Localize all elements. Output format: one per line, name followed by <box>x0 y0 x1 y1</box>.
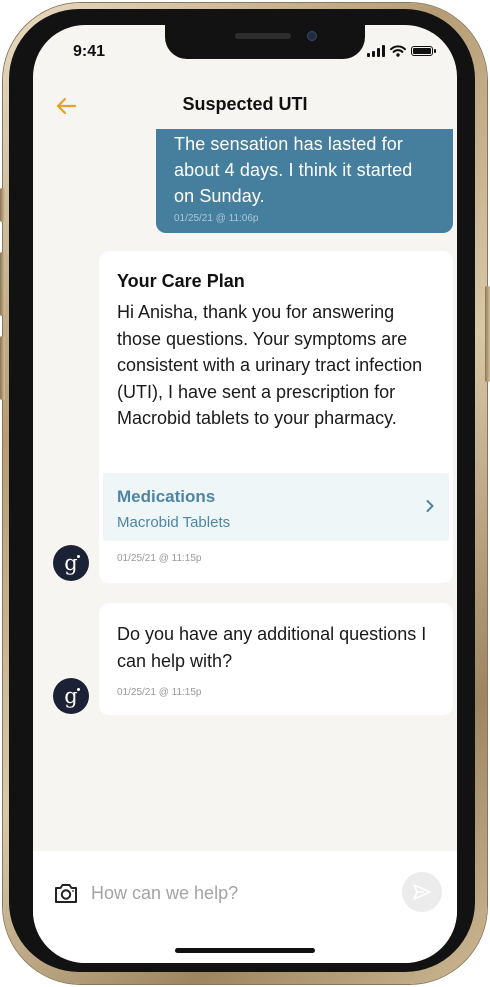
medications-label: Medications <box>117 487 216 506</box>
care-plan-title: Your Care Plan <box>117 271 245 291</box>
nav-bar: Suspected UTI <box>33 83 457 129</box>
status-time: 9:41 <box>73 43 106 60</box>
user-message-timestamp: 01/25/21 @ 11:06p <box>174 213 259 224</box>
wifi-icon <box>390 45 406 57</box>
care-plan-card: Your Care Plan Hi Anisha, thank you for … <box>99 251 453 583</box>
followup-message-card: Do you have any additional questions I c… <box>99 603 453 715</box>
send-icon <box>413 884 431 900</box>
user-message-text: The sensation has lasted for about 4 day… <box>174 134 413 206</box>
avatar-letter: g <box>64 550 78 575</box>
notch <box>165 25 365 59</box>
battery-icon <box>411 46 436 56</box>
care-plan-body: Hi Anisha, thank you for answering those… <box>117 302 423 428</box>
volume-up-button <box>0 252 5 316</box>
avatar-letter: g <box>64 683 78 708</box>
followup-timestamp: 01/25/21 @ 11:15p <box>117 687 202 698</box>
send-button[interactable] <box>402 872 442 912</box>
followup-message-text: Do you have any additional questions I c… <box>117 624 427 671</box>
medications-link[interactable]: Medications Macrobid Tablets <box>103 473 449 541</box>
cellular-signal-icon <box>367 45 385 57</box>
page-title: Suspected UTI <box>182 94 308 114</box>
mute-switch <box>0 188 5 222</box>
provider-avatar: g <box>53 545 89 581</box>
camera-icon[interactable] <box>53 881 79 905</box>
front-camera <box>307 31 317 41</box>
phone-screen: 9:41 Suspected UTI The sensation has las… <box>33 25 457 963</box>
chat-thread[interactable]: The sensation has lasted for about 4 day… <box>33 129 457 849</box>
chevron-right-icon <box>426 500 434 512</box>
medication-name: Macrobid Tablets <box>117 514 231 531</box>
status-icons <box>367 45 436 57</box>
volume-down-button <box>0 336 5 400</box>
power-button <box>485 286 490 382</box>
speaker-grille <box>235 33 291 39</box>
user-message-bubble: The sensation has lasted for about 4 day… <box>156 129 453 233</box>
provider-avatar: g <box>53 678 89 714</box>
message-input[interactable] <box>89 877 393 909</box>
message-composer <box>33 851 457 963</box>
home-indicator[interactable] <box>175 948 315 953</box>
care-plan-timestamp: 01/25/21 @ 11:15p <box>117 553 202 564</box>
